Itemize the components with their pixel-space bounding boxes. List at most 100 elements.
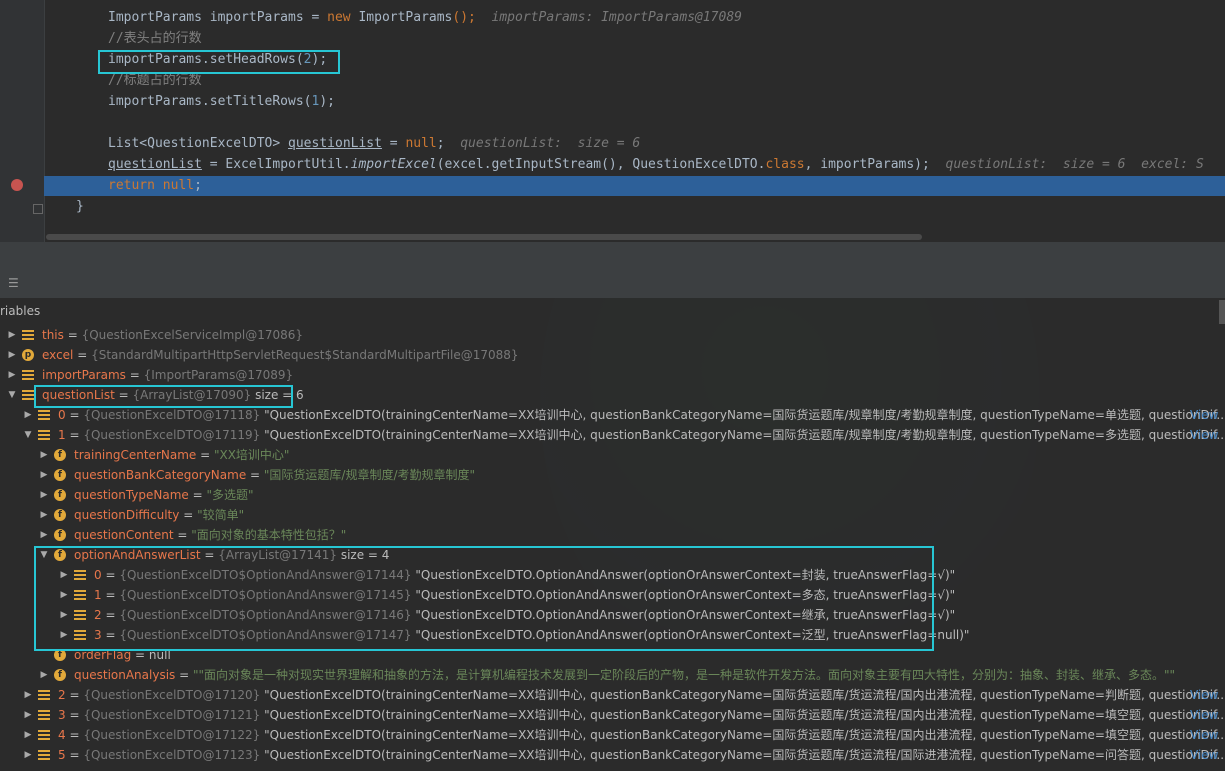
code-line[interactable] (44, 113, 1225, 133)
equals-sign: = (73, 348, 92, 362)
code-line[interactable]: List<QuestionExcelDTO> questionList = nu… (44, 134, 1225, 154)
variable-ref: {QuestionExcelDTO@17118} (83, 408, 265, 422)
code-token: importExcel (350, 157, 437, 172)
variable-row[interactable]: ▶ f questionBankCategoryName = "国际货运题库/规章制… (0, 465, 1225, 485)
expand-arrow-icon[interactable]: ▶ (22, 725, 34, 745)
editor-gutter[interactable] (0, 0, 45, 242)
list-icon (22, 330, 34, 340)
code-token: = (381, 136, 406, 151)
variable-name: this (42, 328, 64, 342)
variable-row[interactable]: ▶ 2 = {QuestionExcelDTO@17120} "QuestionE… (0, 685, 1225, 705)
code-token: importParams: ImportParams@17089 (475, 10, 742, 25)
code-token: ; (194, 178, 202, 193)
variable-name: questionContent (74, 528, 174, 542)
variable-value: "QuestionExcelDTO(trainingCenterName=XX培… (264, 748, 1225, 762)
expand-arrow-icon[interactable]: ▶ (22, 405, 34, 425)
collapse-arrow-icon[interactable]: ▼ (22, 425, 34, 445)
equals-sign: = (65, 708, 84, 722)
expand-arrow-icon[interactable]: ▶ (38, 465, 50, 485)
code-line[interactable]: questionList = ExcelImportUtil.importExc… (44, 155, 1225, 175)
variable-text: 4 = {QuestionExcelDTO@17122} "QuestionEx… (58, 725, 1225, 745)
code-token: new (327, 10, 351, 25)
equals-sign: = (196, 448, 214, 462)
variable-row[interactable]: ▼ 1 = {QuestionExcelDTO@17119} "QuestionE… (0, 425, 1225, 445)
variable-row[interactable]: ▶ this = {QuestionExcelServiceImpl@17086} (0, 325, 1225, 345)
expand-arrow-icon[interactable]: ▶ (22, 685, 34, 705)
expand-arrow-icon[interactable]: ▶ (6, 325, 18, 345)
variable-value: "QuestionExcelDTO(trainingCenterName=XX培… (264, 688, 1225, 702)
code-line[interactable]: return null; (44, 176, 1225, 196)
code-token: ImportParams (350, 10, 453, 25)
expand-arrow-icon[interactable]: ▶ (6, 345, 18, 365)
view-link[interactable]: View (1190, 425, 1218, 445)
variable-name: questionBankCategoryName (74, 468, 247, 482)
variable-value: "较简单" (197, 508, 245, 522)
variable-row[interactable]: ▶ f questionAnalysis = ""面向对象是一种对现实世界理解和抽象… (0, 665, 1225, 685)
variable-text: trainingCenterName = "XX培训中心" (74, 445, 289, 465)
view-link[interactable]: View (1190, 685, 1218, 705)
variable-row[interactable]: ▶ f questionTypeName = "多选题" (0, 485, 1225, 505)
view-link[interactable]: View (1190, 745, 1218, 765)
code-token: null (405, 136, 437, 151)
code-token: class (765, 157, 805, 172)
variable-name: excel (42, 348, 74, 362)
expand-arrow-icon[interactable]: ▶ (38, 485, 50, 505)
fold-marker-icon[interactable] (33, 204, 43, 214)
expand-arrow-icon[interactable]: ▶ (22, 745, 34, 765)
variables-vertical-scrollbar[interactable] (1219, 300, 1225, 324)
expand-arrow-icon[interactable]: ▶ (6, 365, 18, 385)
variable-ref: {StandardMultipartHttpServletRequest$Sta… (91, 348, 519, 362)
code-editor[interactable]: ImportParams importParams = new ImportPa… (0, 0, 1225, 242)
code-line-text: } (76, 197, 84, 217)
breakpoint-icon[interactable] (11, 179, 23, 191)
equals-sign: = (125, 368, 144, 382)
expand-arrow-icon[interactable]: ▶ (38, 445, 50, 465)
expand-arrow-icon[interactable]: ▶ (38, 665, 50, 685)
variable-value: "QuestionExcelDTO(trainingCenterName=XX培… (264, 728, 1225, 742)
expand-arrow-icon[interactable]: ▶ (38, 525, 50, 545)
variable-text: questionAnalysis = ""面向对象是一种对现实世界理解和抽象的方… (74, 665, 1175, 685)
variable-row[interactable]: ▶ p excel = {StandardMultipartHttpServletR… (0, 345, 1225, 365)
expand-arrow-icon[interactable]: ▶ (22, 705, 34, 725)
collapse-arrow-icon[interactable]: ▼ (6, 385, 18, 405)
variable-row[interactable]: ▶ 0 = {QuestionExcelDTO@17118} "QuestionE… (0, 405, 1225, 425)
equals-sign: = (65, 408, 84, 422)
variable-name: 2 (58, 688, 66, 702)
view-link[interactable]: View (1190, 725, 1218, 745)
variable-row[interactable]: ▶ f questionDifficulty = "较简单" (0, 505, 1225, 525)
code-line[interactable]: } (44, 197, 1225, 217)
variable-row[interactable]: ▶ f questionContent = "面向对象的基本特性包括？" (0, 525, 1225, 545)
variable-text: 2 = {QuestionExcelDTO@17120} "QuestionEx… (58, 685, 1225, 705)
view-link[interactable]: View (1190, 705, 1218, 725)
variable-row[interactable]: ▶ f trainingCenterName = "XX培训中心" (0, 445, 1225, 465)
code-token: QuestionExcelDTO> (147, 136, 289, 151)
variable-row[interactable]: ▶ 3 = {QuestionExcelDTO@17121} "QuestionE… (0, 705, 1225, 725)
code-line[interactable]: ImportParams importParams = new ImportPa… (44, 8, 1225, 28)
variable-value: "QuestionExcelDTO(trainingCenterName=XX培… (264, 428, 1225, 442)
variable-row[interactable]: ▶ 5 = {QuestionExcelDTO@17123} "QuestionE… (0, 745, 1225, 765)
variable-text: questionContent = "面向对象的基本特性包括？" (74, 525, 346, 545)
variable-ref: {QuestionExcelDTO@17119} (83, 428, 265, 442)
variable-ref: {QuestionExcelServiceImpl@17086} (81, 328, 304, 342)
f-icon: f (54, 489, 66, 501)
variable-text: this = {QuestionExcelServiceImpl@17086} (42, 325, 303, 345)
code-token: //表头占的行数 (108, 31, 202, 46)
variable-row[interactable]: ▶ 4 = {QuestionExcelDTO@17122} "QuestionE… (0, 725, 1225, 745)
code-line[interactable]: importParams.setTitleRows(1); (44, 92, 1225, 112)
variable-name: trainingCenterName (74, 448, 197, 462)
debug-toolbar (0, 242, 1225, 269)
variable-row[interactable]: ▶ importParams = {ImportParams@17089} (0, 365, 1225, 385)
code-token: //标题占的行数 (108, 73, 202, 88)
code-token: null (162, 178, 195, 193)
list-icon (38, 750, 50, 760)
code-line-text: questionList = ExcelImportUtil.importExc… (108, 155, 1204, 175)
f-icon: f (54, 529, 66, 541)
code-line[interactable]: //表头占的行数 (44, 29, 1225, 49)
editor-horizontal-scrollbar[interactable] (46, 234, 922, 240)
expand-arrow-icon[interactable]: ▶ (38, 505, 50, 525)
code-token: return (108, 178, 155, 193)
view-link[interactable]: View (1190, 405, 1218, 425)
layout-settings-icon[interactable]: ☰ (8, 276, 19, 290)
code-line[interactable]: //标题占的行数 (44, 71, 1225, 91)
variable-value: "QuestionExcelDTO(trainingCenterName=XX培… (264, 408, 1225, 422)
